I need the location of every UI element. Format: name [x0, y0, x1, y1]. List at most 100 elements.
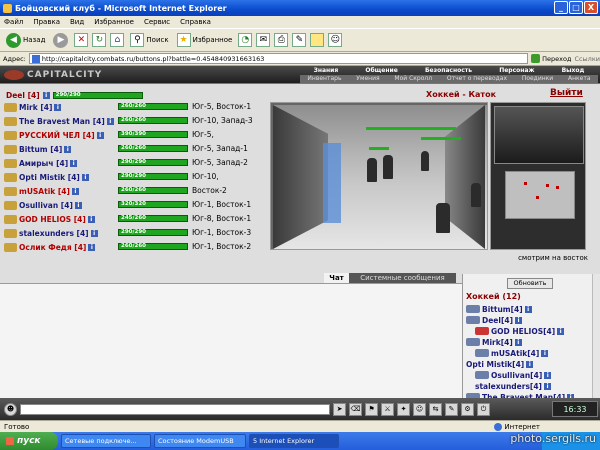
- my-character[interactable]: Deel [4] i 290/290: [6, 90, 143, 100]
- task-network[interactable]: Сетевые подключе...: [61, 434, 151, 448]
- filter-icon[interactable]: ⚑: [365, 402, 378, 416]
- player-name[interactable]: mUSAtik [4] i: [4, 184, 79, 198]
- tab-chat[interactable]: Чат: [324, 273, 349, 283]
- room-user[interactable]: Deel[4] i: [466, 315, 523, 325]
- task-ie[interactable]: 5 Internet Explorer: [249, 434, 339, 448]
- clear-icon[interactable]: ⌫: [349, 402, 362, 416]
- player-name[interactable]: Mirk [4] i: [4, 100, 62, 114]
- start-button[interactable]: пуск: [0, 432, 58, 450]
- search-button[interactable]: ⚲ Поиск: [128, 30, 170, 50]
- nav-communication[interactable]: Общение: [365, 67, 397, 75]
- menu-help[interactable]: Справка: [180, 18, 211, 26]
- player-name[interactable]: The Bravest Man [4] i: [4, 114, 114, 128]
- go-button[interactable]: Переход: [531, 54, 571, 63]
- nav-exit[interactable]: Выход: [562, 67, 585, 75]
- menu-view[interactable]: Вид: [70, 18, 84, 26]
- fighter-figure[interactable]: [421, 151, 429, 171]
- action-icon[interactable]: ✦: [397, 402, 410, 416]
- player-name[interactable]: Ослик Федя [4] i: [4, 240, 96, 254]
- menu-edit[interactable]: Правка: [33, 18, 60, 26]
- back-button[interactable]: ◀ Назад: [4, 30, 47, 50]
- close-button[interactable]: X: [584, 1, 598, 14]
- clan-icon: [4, 172, 17, 182]
- tools-icon[interactable]: ⚙: [461, 402, 474, 416]
- room-user[interactable]: Mirk[4] i: [466, 337, 522, 347]
- minimap[interactable]: [505, 171, 575, 219]
- info-icon[interactable]: i: [96, 131, 104, 139]
- nav-fights[interactable]: Поединки: [522, 75, 553, 83]
- info-icon[interactable]: i: [90, 229, 98, 237]
- stop-icon[interactable]: ✕: [74, 33, 89, 47]
- info-icon[interactable]: i: [88, 243, 96, 251]
- fighter-figure[interactable]: [436, 203, 450, 233]
- room-user[interactable]: mUSAtik[4] i: [475, 348, 549, 358]
- info-icon[interactable]: i: [81, 173, 89, 181]
- maximize-button[interactable]: □: [569, 1, 583, 14]
- messenger-icon[interactable]: ☺: [328, 33, 343, 47]
- print-icon[interactable]: ⎙: [274, 33, 289, 47]
- player-name[interactable]: РУССКИЙ ЧЕЛ [4] i: [4, 128, 104, 142]
- nav-profile[interactable]: Анкета: [568, 75, 591, 83]
- nav-scroll[interactable]: Мой Скролл: [394, 75, 432, 83]
- info-icon[interactable]: i: [87, 215, 95, 223]
- tab-system-messages[interactable]: Системные сообщения: [349, 273, 456, 283]
- send-icon[interactable]: ➤: [333, 402, 346, 416]
- room-user[interactable]: Opti Mistik[4] i: [466, 359, 534, 369]
- player-name[interactable]: Opti Mistik [4] i: [4, 170, 89, 184]
- fighter-figure[interactable]: [367, 158, 377, 182]
- scrollbar[interactable]: [592, 274, 600, 398]
- nav-character[interactable]: Персонаж: [499, 67, 534, 75]
- chat-input[interactable]: [20, 403, 330, 415]
- forward-button[interactable]: ▶: [51, 30, 70, 50]
- info-icon[interactable]: i: [42, 91, 50, 99]
- info-icon[interactable]: i: [64, 145, 72, 153]
- info-icon[interactable]: i: [71, 187, 79, 195]
- player-name[interactable]: Osullivan [4] i: [4, 198, 82, 212]
- smile-icon[interactable]: ☻: [4, 402, 17, 416]
- player-row: Opti Mistik [4] i 290/290 Юг-10,: [4, 170, 272, 184]
- menu-tools[interactable]: Сервис: [144, 18, 170, 26]
- power-icon[interactable]: ⏻: [477, 402, 490, 416]
- menu-file[interactable]: Файл: [4, 18, 23, 26]
- exit-link[interactable]: Выйти: [550, 88, 594, 100]
- nav-skills[interactable]: Умения: [356, 75, 379, 83]
- chat-area[interactable]: [0, 283, 462, 398]
- player-name[interactable]: Амирыч [4] i: [4, 156, 78, 170]
- info-icon[interactable]: i: [70, 159, 78, 167]
- fight-icon[interactable]: ⚔: [381, 402, 394, 416]
- player-name[interactable]: stalexunders [4] i: [4, 226, 98, 240]
- emote-icon[interactable]: ☺: [413, 402, 426, 416]
- edit-icon[interactable]: ✎: [292, 33, 307, 47]
- nav-inventory[interactable]: Инвентарь: [307, 75, 341, 83]
- fighter-figure[interactable]: [383, 155, 393, 179]
- refresh-button[interactable]: Обновить: [507, 278, 553, 289]
- mail-icon[interactable]: ✉: [256, 33, 271, 47]
- info-icon[interactable]: i: [74, 201, 82, 209]
- room-user[interactable]: Osullivan[4] i: [475, 370, 552, 380]
- player-name[interactable]: GOD HELIOS [4] i: [4, 212, 95, 226]
- nav-security[interactable]: Безопасность: [425, 67, 472, 75]
- nav-transfers[interactable]: Отчет о переводах: [447, 75, 507, 83]
- fighter-figure[interactable]: [471, 183, 481, 207]
- walk-icon[interactable]: ⇆: [429, 402, 442, 416]
- task-modem[interactable]: Состояние ModemUSB: [154, 434, 246, 448]
- room-user[interactable]: stalexunders[4] i: [475, 381, 551, 391]
- player-row: mUSAtik [4] i 260/260 Восток-2: [4, 184, 272, 198]
- menu-favorites[interactable]: Избранное: [94, 18, 134, 26]
- notes-icon[interactable]: ✎: [445, 402, 458, 416]
- info-icon[interactable]: i: [106, 117, 114, 125]
- home-icon[interactable]: ⌂: [110, 33, 125, 47]
- arena-view[interactable]: [270, 102, 488, 250]
- nav-knowledge[interactable]: Знания: [314, 67, 339, 75]
- folder-icon[interactable]: [310, 33, 325, 47]
- favorites-button[interactable]: ★ Избранное: [175, 30, 235, 50]
- refresh-icon[interactable]: ↻: [92, 33, 107, 47]
- info-icon[interactable]: i: [54, 103, 62, 111]
- player-name[interactable]: Bittum [4] i: [4, 142, 72, 156]
- room-user[interactable]: GOD HELIOS[4] i: [475, 326, 565, 336]
- room-user[interactable]: Bittum[4] i: [466, 304, 532, 314]
- address-input[interactable]: http://capitalcity.combats.ru/buttons.pl…: [28, 53, 529, 64]
- minimize-button[interactable]: _: [554, 1, 568, 14]
- links-label[interactable]: Ссылки: [574, 55, 600, 63]
- history-icon[interactable]: ◔: [238, 33, 253, 47]
